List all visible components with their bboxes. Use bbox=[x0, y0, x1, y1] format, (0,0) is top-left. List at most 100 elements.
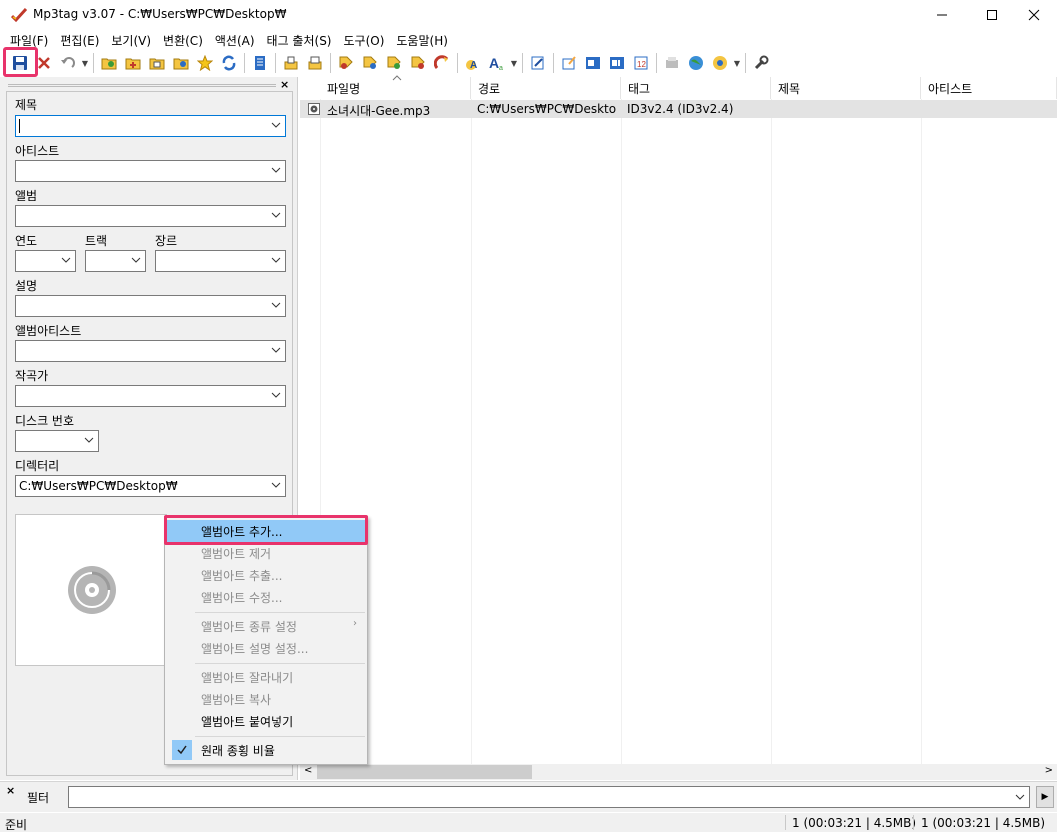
menu-convert[interactable]: 변환(C) bbox=[157, 30, 209, 50]
panel-grip[interactable] bbox=[8, 84, 276, 87]
album-art-area[interactable] bbox=[15, 514, 167, 666]
column-header-filename[interactable]: 파일명 bbox=[320, 75, 471, 99]
comment-field[interactable] bbox=[15, 295, 286, 317]
change-directory-button[interactable] bbox=[97, 51, 121, 75]
refresh-icon bbox=[222, 55, 236, 71]
options-button[interactable] bbox=[749, 51, 773, 75]
quick-action-dropdown-arrow[interactable]: ▼ bbox=[509, 51, 519, 75]
menu-item-copy-album-art[interactable]: 앨범아트 복사 bbox=[167, 688, 365, 710]
quick-action-button[interactable]: Aa bbox=[485, 51, 509, 75]
chevron-down-icon[interactable] bbox=[131, 255, 141, 265]
menu-item-extract-album-art[interactable]: 앨범아트 추출... bbox=[167, 564, 365, 586]
export-list-button[interactable] bbox=[303, 51, 327, 75]
save-playlist-button[interactable] bbox=[279, 51, 303, 75]
filename-tag-button[interactable] bbox=[358, 51, 382, 75]
undo-dropdown-arrow[interactable]: ▼ bbox=[80, 51, 90, 75]
chevron-down-icon[interactable] bbox=[271, 300, 281, 310]
chevron-down-icon[interactable] bbox=[1015, 792, 1025, 802]
extended-tags-button[interactable] bbox=[581, 51, 605, 75]
chevron-down-icon[interactable] bbox=[61, 255, 71, 265]
open-folder-button[interactable] bbox=[145, 51, 169, 75]
close-button[interactable] bbox=[1011, 0, 1057, 30]
filename-filename-button[interactable] bbox=[382, 51, 406, 75]
menu-item-remove-album-art[interactable]: 앨범아트 제거 bbox=[167, 542, 365, 564]
maximize-button[interactable] bbox=[969, 0, 1015, 30]
scrollbar-thumb[interactable] bbox=[317, 765, 532, 779]
add-directory-button[interactable] bbox=[121, 51, 145, 75]
genre-field[interactable] bbox=[155, 250, 286, 272]
menu-item-edit-album-art[interactable]: 앨범아트 수정... bbox=[167, 586, 365, 608]
svg-text:A: A bbox=[470, 60, 477, 71]
menu-bar: 파일(F) 편집(E) 보기(V) 변환(C) 액션(A) 태그 출처(S) 도… bbox=[0, 30, 1057, 50]
artist-field[interactable] bbox=[15, 160, 286, 182]
chevron-down-icon[interactable] bbox=[271, 345, 281, 355]
menu-item-set-art-description[interactable]: 앨범아트 설명 설정... bbox=[167, 637, 365, 659]
composer-field[interactable] bbox=[15, 385, 286, 407]
scroll-left-icon[interactable]: < bbox=[304, 765, 312, 776]
tag-filename-button[interactable] bbox=[334, 51, 358, 75]
edit-tag-button[interactable] bbox=[526, 51, 550, 75]
favorites-button[interactable] bbox=[193, 51, 217, 75]
column-header-title[interactable]: 제목 bbox=[771, 77, 921, 99]
menu-separator bbox=[195, 612, 365, 613]
menu-item-cut-album-art[interactable]: 앨범아트 잘라내기 bbox=[167, 666, 365, 688]
chevron-down-icon[interactable] bbox=[271, 480, 281, 490]
undo-button[interactable] bbox=[56, 51, 80, 75]
text-file-tag-button[interactable] bbox=[406, 51, 430, 75]
tag-tag-button[interactable] bbox=[430, 51, 454, 75]
filter-close-icon[interactable]: × bbox=[6, 784, 15, 797]
album-artist-field[interactable] bbox=[15, 340, 286, 362]
column-header-path[interactable]: 경로 bbox=[471, 77, 621, 99]
menu-actions[interactable]: 액션(A) bbox=[209, 30, 261, 50]
chevron-down-icon[interactable] bbox=[271, 390, 281, 400]
menu-help[interactable]: 도움말(H) bbox=[390, 30, 454, 50]
globe-icon bbox=[689, 56, 703, 70]
panel-close-icon[interactable]: × bbox=[280, 78, 289, 91]
scroll-right-icon[interactable]: > bbox=[1045, 765, 1053, 776]
audio-file-icon bbox=[308, 103, 320, 115]
directory-field[interactable]: C:₩Users₩PC₩Desktop₩ bbox=[15, 475, 286, 497]
column-header-tag[interactable]: 태그 bbox=[621, 77, 771, 99]
freedb-dropdown-arrow[interactable]: ▼ bbox=[732, 51, 742, 75]
horizontal-scrollbar[interactable]: < > bbox=[300, 764, 1057, 780]
freedb-button[interactable] bbox=[708, 51, 732, 75]
menu-edit[interactable]: 편집(E) bbox=[54, 30, 105, 50]
disc-number-field[interactable] bbox=[15, 430, 99, 452]
status-selection: 1 (00:03:21 | 4.5MB) bbox=[792, 816, 917, 830]
table-row[interactable]: 소녀시대-Gee.mp3 C:₩Users₩PC₩Desktop₩ ID3v2.… bbox=[300, 100, 1057, 118]
web-sources-button[interactable] bbox=[684, 51, 708, 75]
folder-subdirs-button[interactable] bbox=[169, 51, 193, 75]
actions-button[interactable]: A bbox=[461, 51, 485, 75]
track-label: 트랙 bbox=[85, 234, 108, 248]
chevron-down-icon[interactable] bbox=[271, 255, 281, 265]
menu-tag-sources[interactable]: 태그 출처(S) bbox=[261, 30, 338, 50]
title-field[interactable] bbox=[15, 115, 286, 137]
title-bar: Mp3tag v3.07 - C:₩Users₩PC₩Desktop₩ bbox=[0, 0, 1057, 30]
year-field[interactable] bbox=[15, 250, 76, 272]
column-header-artist[interactable]: 아티스트 bbox=[921, 77, 1057, 99]
album-field[interactable] bbox=[15, 205, 286, 227]
options-icon bbox=[754, 55, 769, 70]
menu-item-original-aspect-ratio[interactable]: 원래 종횡 비율 bbox=[167, 739, 365, 761]
tag-sources-button[interactable] bbox=[660, 51, 684, 75]
track-field[interactable] bbox=[85, 250, 146, 272]
filter-input[interactable] bbox=[68, 786, 1030, 808]
auto-numbering-button[interactable] bbox=[605, 51, 629, 75]
export-list-icon bbox=[308, 56, 322, 70]
playlist-button[interactable] bbox=[248, 51, 272, 75]
numbering-wizard-button[interactable]: 12 bbox=[629, 51, 653, 75]
album-art-context-menu: 앨범아트 추가... 앨범아트 제거 앨범아트 추출... 앨범아트 수정...… bbox=[164, 516, 368, 765]
menu-item-set-art-type[interactable]: 앨범아트 종류 설정 › bbox=[167, 615, 365, 637]
menu-view[interactable]: 보기(V) bbox=[105, 30, 157, 50]
menu-tools[interactable]: 도구(O) bbox=[338, 30, 391, 50]
chevron-down-icon[interactable] bbox=[271, 210, 281, 220]
refresh-button[interactable] bbox=[217, 51, 241, 75]
chevron-down-icon[interactable] bbox=[271, 120, 281, 130]
chevron-down-icon[interactable] bbox=[271, 165, 281, 175]
year-label: 연도 bbox=[15, 234, 38, 248]
chevron-down-icon[interactable] bbox=[84, 435, 94, 445]
export-button[interactable] bbox=[557, 51, 581, 75]
minimize-button[interactable] bbox=[919, 0, 965, 30]
filter-apply-button[interactable]: ▶ bbox=[1036, 786, 1054, 808]
menu-item-paste-album-art[interactable]: 앨범아트 붙여넣기 bbox=[167, 710, 365, 732]
